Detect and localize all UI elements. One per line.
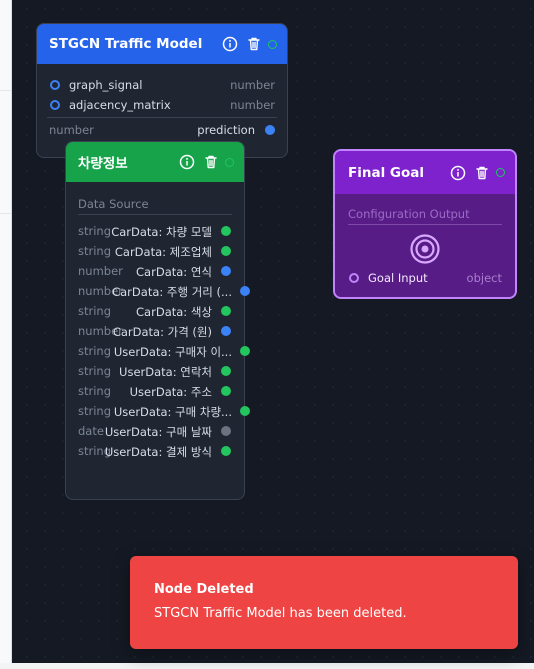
section-label: Data Source	[78, 197, 149, 211]
field-label: CarData: 차량 모델	[111, 225, 212, 239]
panel-divider	[0, 213, 11, 214]
trash-icon[interactable]	[246, 36, 262, 52]
input-type: number	[230, 78, 275, 92]
panel-divider	[0, 90, 11, 91]
field-label: UserData: 구매 차량...	[113, 405, 232, 419]
field-output-port[interactable]	[221, 246, 231, 256]
input-type: object	[466, 271, 502, 285]
field-label: CarData: 연식	[136, 265, 212, 279]
field-label: UserData: 구매 날짜	[104, 425, 212, 439]
field-output-port[interactable]	[221, 306, 231, 316]
input-label: Goal Input	[368, 271, 428, 285]
field-label: UserData: 연락처	[119, 365, 212, 379]
toast-title: Node Deleted	[154, 582, 254, 597]
node-title: 차량정보	[78, 156, 128, 172]
graph-signal-input-port[interactable]	[50, 80, 60, 90]
field-output-port[interactable]	[221, 386, 231, 396]
node-title: STGCN Traffic Model	[49, 36, 203, 52]
input-label: graph_signal	[69, 78, 143, 92]
field-label: UserData: 주소	[129, 385, 212, 399]
info-icon[interactable]	[179, 154, 195, 170]
final-goal-node[interactable]: Final Goal Configuration Output Goal Inp…	[333, 149, 517, 299]
field-output-port[interactable]	[240, 406, 250, 416]
field-output-port[interactable]	[221, 446, 231, 456]
field-output-port[interactable]	[221, 266, 231, 276]
field-type: string	[78, 344, 112, 358]
field-output-port[interactable]	[221, 326, 231, 336]
node-header[interactable]: 차량정보	[66, 142, 244, 182]
stgcn-traffic-model-node[interactable]: STGCN Traffic Model graph_signal number …	[36, 23, 288, 158]
divider	[47, 117, 277, 118]
status-indicator-icon	[496, 168, 505, 177]
field-type: string	[78, 404, 112, 418]
field-output-port[interactable]	[240, 286, 250, 296]
field-output-port[interactable]	[221, 226, 231, 236]
status-indicator-icon	[268, 39, 277, 49]
goal-input-port[interactable]	[349, 273, 359, 283]
field-output-port[interactable]	[221, 426, 231, 436]
prediction-output-port[interactable]	[265, 125, 275, 135]
toast-message: STGCN Traffic Model has been deleted.	[154, 606, 407, 621]
field-type: number	[78, 264, 123, 278]
field-output-port[interactable]	[240, 346, 250, 356]
target-icon	[409, 233, 441, 265]
node-header[interactable]: Final Goal	[335, 151, 515, 194]
section-label: Configuration Output	[348, 207, 470, 221]
left-panel	[0, 0, 12, 669]
vehicle-info-node[interactable]: 차량정보 Data Source string CarData: 차량 모델 str…	[65, 141, 250, 500]
status-indicator-icon	[225, 157, 234, 167]
field-type: string	[78, 224, 112, 238]
info-icon[interactable]	[222, 36, 238, 52]
node-deleted-toast[interactable]: Node Deleted STGCN Traffic Model has bee…	[130, 556, 518, 649]
field-type: string	[78, 364, 112, 378]
info-icon[interactable]	[450, 165, 466, 181]
divider	[78, 214, 232, 215]
bottom-bar	[0, 663, 534, 669]
field-type: string	[78, 384, 112, 398]
field-label: CarData: 제조업체	[114, 245, 212, 259]
field-type: string	[78, 304, 112, 318]
node-header[interactable]: STGCN Traffic Model	[37, 24, 287, 64]
divider	[348, 224, 502, 225]
input-type: number	[230, 98, 275, 112]
field-output-port[interactable]	[221, 366, 231, 376]
adjacency-matrix-input-port[interactable]	[50, 100, 60, 110]
node-title: Final Goal	[348, 164, 424, 181]
field-type: date	[78, 424, 104, 438]
field-label: UserData: 구매자 이...	[113, 345, 232, 359]
field-label: CarData: 주행 거리 (...	[112, 285, 232, 299]
field-label: UserData: 결제 방식	[104, 445, 212, 459]
field-type: string	[78, 244, 112, 258]
input-label: adjacency_matrix	[69, 98, 171, 112]
trash-icon[interactable]	[203, 154, 219, 170]
field-label: CarData: 색상	[136, 305, 212, 319]
field-label: CarData: 가격 (원)	[112, 325, 212, 339]
output-label: prediction	[197, 123, 255, 137]
trash-icon[interactable]	[474, 165, 490, 181]
output-type: number	[49, 123, 94, 137]
